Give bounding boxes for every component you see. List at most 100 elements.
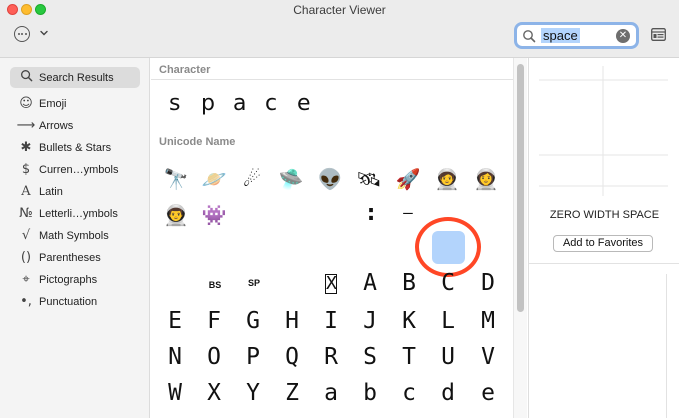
character-glyph[interactable]: F	[195, 302, 233, 340]
flying-saucer-icon[interactable]: 🛸	[272, 160, 310, 198]
ellipsis-circle-icon[interactable]	[14, 26, 30, 42]
sidebar-item-emoji[interactable]: ☺ Emoji	[10, 93, 140, 114]
character-glyph[interactable]: R	[312, 338, 350, 376]
character-glyph[interactable]: X	[195, 374, 233, 412]
sidebar-item-arrows[interactable]: ⟶ Arrows	[10, 115, 140, 136]
search-input[interactable]: space	[541, 28, 580, 43]
chevron-down-icon[interactable]	[39, 28, 49, 38]
character-glyph[interactable]: G	[234, 302, 272, 340]
astronaut-icon[interactable]: 🧑‍🚀	[428, 160, 466, 198]
sidebar-item-label: Latin	[39, 185, 63, 198]
character-glyph[interactable]: X	[312, 264, 350, 302]
sidebar-item-latin[interactable]: A Latin	[10, 181, 140, 202]
character-glyph[interactable]: p	[201, 91, 233, 116]
sidebar-item-letterlike-symbols[interactable]: № Letterli…ymbols	[10, 203, 140, 224]
character-glyph[interactable]: —	[389, 194, 427, 232]
character-grid-pane: Character space Unicode Name 🔭 🪐 ☄ 🛸 👽 🛰…	[151, 58, 513, 418]
sidebar-item-label: Letterli…ymbols	[39, 207, 118, 220]
comet-icon[interactable]: ☄	[233, 160, 271, 198]
character-glyph[interactable]: c	[390, 374, 428, 412]
character-glyph[interactable]: J	[351, 302, 389, 340]
character-glyph[interactable]: I	[312, 302, 350, 340]
vertical-scrollbar[interactable]	[513, 58, 527, 418]
character-glyph[interactable]: Q	[273, 338, 311, 376]
space-symbol-glyph[interactable]: SP	[235, 264, 273, 302]
arrow-icon: ⟶	[16, 118, 36, 133]
character-preview-guides	[539, 66, 668, 196]
character-glyph[interactable]: W	[156, 374, 194, 412]
character-glyph[interactable]: K	[390, 302, 428, 340]
unicode-name-section-label: Unicode Name	[159, 136, 236, 148]
sidebar-toggle-icon[interactable]	[651, 28, 666, 41]
character-glyph[interactable]: H	[273, 302, 311, 340]
sidebar-item-punctuation[interactable]: •, Punctuation	[10, 291, 140, 312]
character-detail-pane: ZERO WIDTH SPACE Add to Favorites	[528, 58, 679, 418]
latin-a-icon: A	[21, 184, 31, 199]
parentheses-icon: ()	[20, 250, 32, 265]
man-astronaut-icon[interactable]: 👨‍🚀	[157, 196, 195, 234]
rocket-icon[interactable]: 🚀	[389, 160, 427, 198]
unicode-character-name: ZERO WIDTH SPACE	[549, 209, 660, 221]
character-glyph[interactable]: c	[265, 91, 297, 116]
pictograph-icon: ⌖	[22, 272, 30, 287]
detail-divider	[529, 263, 679, 264]
square-root-icon: √	[21, 228, 31, 243]
sidebar-item-label: Parentheses	[39, 251, 101, 264]
character-glyph[interactable]: T	[390, 338, 428, 376]
magnifying-glass-icon	[523, 30, 536, 43]
category-sidebar: Search Results ☺ Emoji ⟶ Arrows ✱ Bullet…	[0, 58, 150, 418]
character-glyph[interactable]: O	[195, 338, 233, 376]
sidebar-item-label: Curren…ymbols	[39, 163, 119, 176]
backspace-glyph[interactable]: BS	[196, 266, 234, 304]
detail-rail	[666, 274, 667, 418]
sidebar-item-bullets-stars[interactable]: ✱ Bullets & Stars	[10, 137, 140, 158]
sidebar-item-label: Search Results	[39, 71, 114, 84]
character-glyph[interactable]: V	[469, 338, 507, 376]
character-glyph[interactable]: E	[156, 302, 194, 340]
sidebar-item-search-results[interactable]: Search Results	[10, 67, 140, 88]
character-glyph[interactable]: P	[234, 338, 272, 376]
search-icon	[16, 69, 36, 86]
character-glyph[interactable]: b	[351, 374, 389, 412]
character-glyph[interactable]: a	[233, 91, 265, 116]
numero-icon: №	[19, 206, 33, 221]
window-title: Character Viewer	[293, 3, 386, 17]
title-bar: Character Viewer space ✕	[0, 0, 679, 58]
smiley-icon: ☺	[19, 96, 33, 111]
clear-circle-icon[interactable]: ✕	[616, 29, 630, 43]
character-glyph[interactable]: U	[429, 338, 467, 376]
character-glyph[interactable]: B	[390, 264, 428, 302]
sidebar-item-label: Arrows	[39, 119, 74, 132]
sidebar-item-math-symbols[interactable]: √ Math Symbols	[10, 225, 140, 246]
satellite-icon[interactable]: 🛰	[350, 160, 388, 198]
character-glyph[interactable]: s	[169, 91, 201, 116]
sidebar-item-parentheses[interactable]: () Parentheses	[10, 247, 140, 268]
character-glyph[interactable]: C	[429, 264, 467, 302]
alien-icon[interactable]: 👽	[311, 160, 349, 198]
character-glyph[interactable]: M	[469, 302, 507, 340]
character-glyph[interactable]: e	[297, 91, 329, 116]
asterisk-icon: ✱	[20, 140, 32, 155]
character-glyph[interactable]: S	[351, 338, 389, 376]
character-glyph[interactable]: :	[352, 194, 390, 232]
character-glyph[interactable]: Y	[234, 374, 272, 412]
sidebar-item-currency-symbols[interactable]: $ Curren…ymbols	[10, 159, 140, 180]
character-glyph[interactable]: A	[351, 264, 389, 302]
sidebar-item-label: Emoji	[39, 97, 67, 110]
character-glyph[interactable]: Z	[273, 374, 311, 412]
character-glyph[interactable]: L	[429, 302, 467, 340]
character-glyph[interactable]: d	[429, 374, 467, 412]
search-field[interactable]: space ✕	[514, 22, 639, 49]
add-to-favorites-button[interactable]: Add to Favorites	[553, 235, 653, 252]
character-glyph[interactable]: e	[469, 374, 507, 412]
ringed-planet-icon[interactable]: 🪐	[195, 160, 233, 198]
telescope-icon[interactable]: 🔭	[157, 160, 195, 198]
woman-astronaut-icon[interactable]: 👩‍🚀	[467, 160, 505, 198]
character-glyph[interactable]: a	[312, 374, 350, 412]
character-glyph[interactable]: D	[469, 264, 507, 302]
space-invader-icon[interactable]: 👾	[195, 196, 233, 234]
character-glyph[interactable]: N	[156, 338, 194, 376]
scrollbar-thumb[interactable]	[517, 64, 524, 312]
sidebar-item-label: Bullets & Stars	[39, 141, 112, 154]
sidebar-item-pictographs[interactable]: ⌖ Pictographs	[10, 269, 140, 290]
